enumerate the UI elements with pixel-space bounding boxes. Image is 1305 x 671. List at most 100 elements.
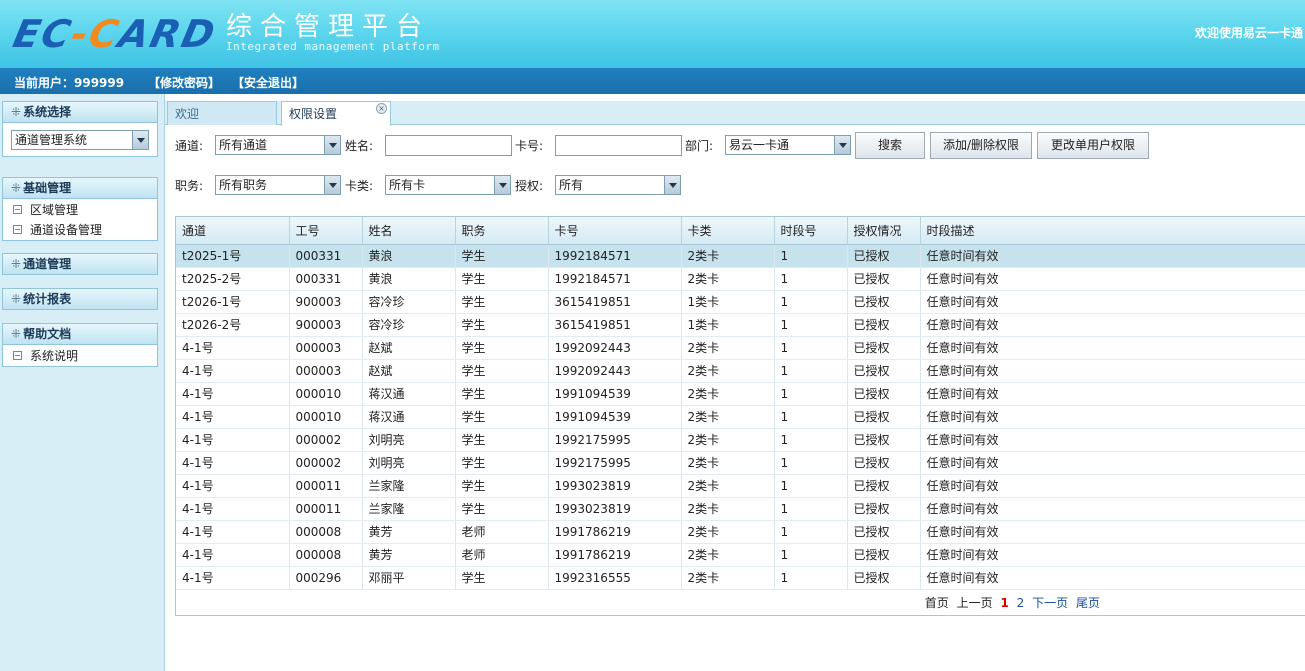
table-row[interactable]: 4-1号 000002 刘明亮 学生 1992175995 2类卡 1 已授权 任意时间有效 <box>176 451 1305 475</box>
job-select[interactable]: 所有职务 <box>215 175 341 195</box>
table-cell: t2026-2号 <box>176 313 290 337</box>
close-icon[interactable]: × <box>376 103 387 114</box>
cardtype-select[interactable]: 所有卡 <box>385 175 511 195</box>
table-row[interactable]: 4-1号 000011 兰家隆 学生 1993023819 2类卡 1 已授权 任意时间有效 <box>176 474 1305 498</box>
column-header: 工号 <box>289 217 363 245</box>
table-cell: 1 <box>774 543 848 567</box>
table-cell: 学生 <box>455 497 549 521</box>
chevron-down-icon <box>132 131 148 149</box>
table-row[interactable]: t2026-1号 900003 容冷珍 学生 3615419851 1类卡 1 已授权 任意时间… <box>176 290 1305 314</box>
sidebar-item-channel-device[interactable]: 通道设备管理 <box>3 220 157 240</box>
table-cell: 1 <box>774 244 848 268</box>
tab-welcome[interactable]: 欢迎 <box>167 101 277 125</box>
channel-select[interactable]: 所有通道 <box>215 135 341 155</box>
table-cell: 学生 <box>455 359 549 383</box>
table-cell: 兰家隆 <box>362 474 456 498</box>
table-row[interactable]: 4-1号 000011 兰家隆 学生 1993023819 2类卡 1 已授权 任意时间有效 <box>176 497 1305 521</box>
table-row[interactable]: t2026-2号 900003 容冷珍 学生 3615419851 1类卡 1 已授权 任意时间… <box>176 313 1305 337</box>
table-cell: 1992184571 <box>548 244 682 268</box>
ec-card-logo: EC-CARD <box>9 12 221 56</box>
table-cell: 任意时间有效 <box>920 520 1305 544</box>
column-header: 通道 <box>176 217 290 245</box>
table-cell: 000011 <box>289 474 363 498</box>
table-cell: 已授权 <box>847 359 921 383</box>
table-cell: 1 <box>774 428 848 452</box>
column-header: 职务 <box>455 217 549 245</box>
table-cell: 000008 <box>289 543 363 567</box>
table-cell: 已授权 <box>847 451 921 475</box>
table-cell: 1 <box>774 336 848 360</box>
report-header[interactable]: ⁜ 统计报表 <box>2 288 158 310</box>
search-button[interactable]: 搜索 <box>855 132 925 159</box>
table-cell: 1991094539 <box>548 405 682 429</box>
table-cell: 1993023819 <box>548 497 682 521</box>
welcome-text: 欢迎使用易云一卡通 <box>1195 26 1304 40</box>
change-single-user-button[interactable]: 更改单用户权限 <box>1037 132 1149 159</box>
table-row[interactable]: 4-1号 000008 黄芳 老师 1991786219 2类卡 1 已授权 任意时间有效 <box>176 543 1305 567</box>
table-cell: t2025-2号 <box>176 267 290 291</box>
table-cell: 赵斌 <box>362 359 456 383</box>
channel-management-header[interactable]: ⁜ 通道管理 <box>2 253 158 275</box>
add-remove-permission-button[interactable]: 添加/删除权限 <box>930 132 1032 159</box>
expand-icon: ⁜ <box>11 292 22 306</box>
table-row[interactable]: t2025-1号 000331 黄浪 学生 1992184571 2类卡 1 已授权 任意时间有… <box>176 244 1305 268</box>
sidebar-item-system-doc[interactable]: 系统说明 <box>3 346 157 366</box>
table-cell: 已授权 <box>847 244 921 268</box>
system-select-dropdown[interactable]: 通道管理系统 <box>11 130 149 150</box>
tab-permission[interactable]: 权限设置 × <box>281 101 391 126</box>
table-cell: 000002 <box>289 428 363 452</box>
first-page-link[interactable]: 首页 <box>925 596 949 610</box>
chevron-down-icon <box>324 176 340 194</box>
table-cell: 任意时间有效 <box>920 267 1305 291</box>
table-cell: 1992092443 <box>548 336 682 360</box>
table-row[interactable]: 4-1号 000008 黄芳 老师 1991786219 2类卡 1 已授权 任意时间有效 <box>176 520 1305 544</box>
table-cell: 任意时间有效 <box>920 382 1305 406</box>
table-row[interactable]: 4-1号 000003 赵斌 学生 1992092443 2类卡 1 已授权 任意时间有效 <box>176 336 1305 360</box>
table-row[interactable]: 4-1号 000002 刘明亮 学生 1992175995 2类卡 1 已授权 任意时间有效 <box>176 428 1305 452</box>
table-cell: 4-1号 <box>176 543 290 567</box>
platform-title: 综合管理平台 <box>226 12 431 42</box>
change-password-link[interactable]: 【修改密码】 <box>148 74 220 91</box>
name-input[interactable] <box>385 135 512 156</box>
pagination: 首页 上一页 1 2 下一页 尾页 <box>921 594 1100 611</box>
table-cell: 1 <box>774 520 848 544</box>
table-cell: 1类卡 <box>681 313 775 337</box>
basic-management-header[interactable]: ⁜ 基础管理 <box>2 177 158 199</box>
dept-select[interactable]: 易云一卡通 <box>725 135 851 155</box>
table-cell: 容冷珍 <box>362 290 456 314</box>
last-page-link[interactable]: 尾页 <box>1076 596 1100 610</box>
table-cell: 赵斌 <box>362 336 456 360</box>
page-2-link[interactable]: 2 <box>1017 596 1025 610</box>
table-cell: 1 <box>774 359 848 383</box>
table-cell: 学生 <box>455 405 549 429</box>
header-banner: EC-CARD 综合管理平台 Integrated management pla… <box>0 0 1305 68</box>
table-cell: 1991786219 <box>548 543 682 567</box>
table-cell: 刘明亮 <box>362 451 456 475</box>
card-input[interactable] <box>555 135 682 156</box>
table-row[interactable]: 4-1号 000296 邓丽平 学生 1992316555 2类卡 1 已授权 任意时间有效 <box>176 566 1305 590</box>
table-row[interactable]: 4-1号 000003 赵斌 学生 1992092443 2类卡 1 已授权 任意时间有效 <box>176 359 1305 383</box>
next-page-link[interactable]: 下一页 <box>1032 596 1068 610</box>
chevron-down-icon <box>664 176 680 194</box>
channel-label: 通道: <box>175 139 204 153</box>
prev-page-link[interactable]: 上一页 <box>957 596 993 610</box>
system-select-header[interactable]: ⁜ 系统选择 <box>2 101 158 123</box>
table-cell: 学生 <box>455 566 549 590</box>
table-cell: 2类卡 <box>681 428 775 452</box>
table-cell: 任意时间有效 <box>920 497 1305 521</box>
table-cell: 4-1号 <box>176 474 290 498</box>
table-cell: 1991094539 <box>548 382 682 406</box>
table-row[interactable]: 4-1号 000010 蒋汉通 学生 1991094539 2类卡 1 已授权 任意时间有效 <box>176 382 1305 406</box>
table-cell: 2类卡 <box>681 451 775 475</box>
table-row[interactable]: 4-1号 000010 蒋汉通 学生 1991094539 2类卡 1 已授权 任意时间有效 <box>176 405 1305 429</box>
table-cell: 4-1号 <box>176 382 290 406</box>
page-1-link[interactable]: 1 <box>1000 596 1008 610</box>
table-cell: 学生 <box>455 474 549 498</box>
help-header[interactable]: ⁜ 帮助文档 <box>2 323 158 345</box>
table-row[interactable]: t2025-2号 000331 黄浪 学生 1992184571 2类卡 1 已授权 任意时间有… <box>176 267 1305 291</box>
sidebar-item-area[interactable]: 区域管理 <box>3 200 157 220</box>
logout-link[interactable]: 【安全退出】 <box>232 74 304 91</box>
table-cell: 已授权 <box>847 474 921 498</box>
auth-select[interactable]: 所有 <box>555 175 681 195</box>
column-header: 姓名 <box>362 217 456 245</box>
